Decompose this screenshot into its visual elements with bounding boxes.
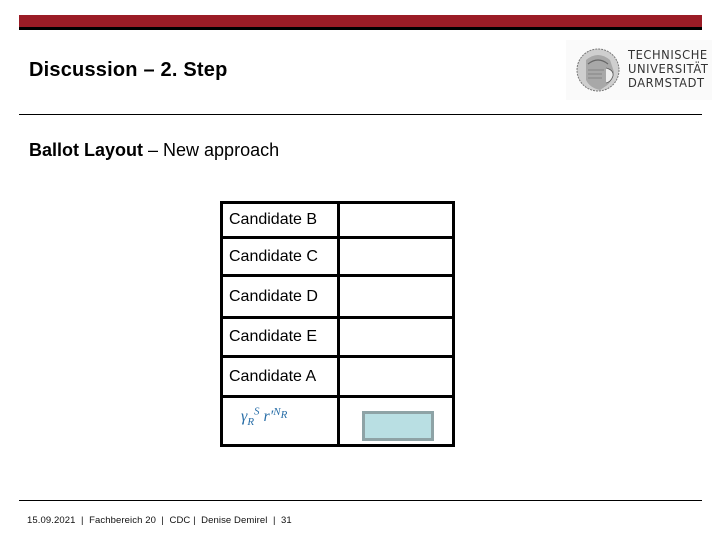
commitment-formula-cell: γRS r′NR	[220, 395, 340, 447]
ballot-row: Candidate B	[220, 201, 455, 239]
logo-line: UNIVERSITÄT	[628, 61, 709, 76]
vote-box[interactable]	[337, 316, 455, 358]
section-heading-bold: Ballot Layout	[29, 140, 144, 160]
ballot-row: Candidate D	[220, 274, 455, 319]
formula-sup: S	[254, 405, 260, 418]
formula-r: r′	[263, 408, 274, 426]
code-cell	[337, 395, 455, 447]
header-accent-bar	[19, 15, 702, 27]
footer-text: 15.09.2021 | Fachbereich 20 | CDC | Deni…	[27, 515, 292, 526]
section-heading: Ballot Layout – New approach	[29, 140, 279, 161]
header-divider	[19, 114, 702, 115]
footer-divider	[19, 500, 702, 501]
candidate-name: Candidate B	[220, 201, 340, 239]
logo-text: TECHNISCHE UNIVERSITÄT DARMSTADT	[628, 48, 708, 90]
ballot-code-row: γRS r′NR	[220, 395, 455, 447]
code-box	[362, 411, 434, 441]
candidate-name: Candidate C	[220, 236, 340, 277]
candidate-name: Candidate E	[220, 316, 340, 358]
vote-box[interactable]	[337, 355, 455, 398]
header-top-rule	[19, 27, 702, 30]
vote-box[interactable]	[337, 236, 455, 277]
ballot-table: Candidate B Candidate C Candidate D Cand…	[220, 201, 455, 447]
vote-box[interactable]	[337, 274, 455, 319]
logo-line: DARMSTADT	[628, 75, 705, 90]
ballot-row: Candidate C	[220, 236, 455, 277]
slide-title: Discussion – 2. Step	[29, 59, 228, 81]
candidate-name: Candidate A	[220, 355, 340, 398]
section-heading-rest: – New approach	[143, 140, 280, 160]
formula-sub: R	[280, 408, 288, 421]
university-logo: TECHNISCHE UNIVERSITÄT DARMSTADT	[566, 40, 712, 100]
candidate-name: Candidate D	[220, 274, 340, 319]
vote-box[interactable]	[337, 201, 455, 239]
ballot-row: Candidate E	[220, 316, 455, 358]
ballot-row: Candidate A	[220, 355, 455, 398]
athena-seal-icon	[576, 48, 620, 92]
commitment-formula: γRS r′NR	[229, 405, 288, 429]
formula-sup: N	[273, 405, 281, 418]
formula-sub: R	[247, 416, 255, 429]
logo-line: TECHNISCHE	[628, 47, 708, 62]
